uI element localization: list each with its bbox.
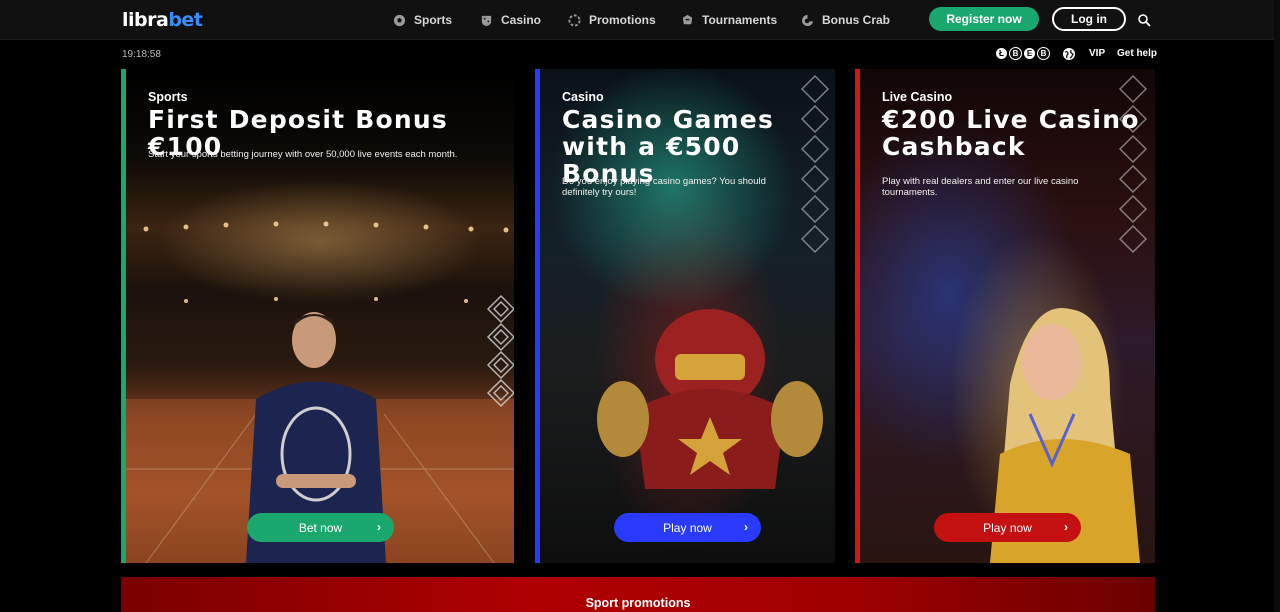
play-now-label: Play now	[983, 520, 1032, 535]
nav-promotions-label: Promotions	[589, 13, 656, 27]
promo-card-sports[interactable]: Sports First Deposit Bonus €100 Start yo…	[121, 69, 514, 563]
card-category: Casino	[562, 90, 604, 104]
page-scrollbar[interactable]	[1274, 0, 1280, 612]
chevron-right-icon: ›	[1064, 520, 1068, 534]
play-now-button-live-casino[interactable]: Play now ›	[934, 513, 1081, 542]
diamond-pattern-decoration	[1118, 74, 1148, 254]
card-title: €200 Live Casino Cashback	[882, 105, 1140, 161]
card-description: Play with real dealers and enter our liv…	[882, 176, 1079, 198]
nav-casino[interactable]: Casino	[480, 12, 541, 28]
shield-dice-icon	[481, 15, 492, 26]
logo-text-bet: bet	[168, 9, 203, 31]
card-category: Sports	[148, 90, 188, 104]
litecoin-icon: Ł	[995, 47, 1008, 60]
chevron-right-icon: ›	[744, 520, 748, 534]
crypto-currencies: Ł B E B	[995, 47, 1051, 60]
diamond-pattern-decoration	[486, 294, 514, 408]
card-title: Casino Games with a €500 Bonus	[562, 105, 775, 188]
register-button[interactable]: Register now	[929, 7, 1039, 31]
nav-casino-label: Casino	[501, 13, 542, 27]
play-now-label: Play now	[663, 520, 712, 535]
crab-icon	[802, 14, 814, 26]
banner-title: Sport promotions	[585, 596, 691, 610]
ethereum-icon: E	[1023, 47, 1036, 60]
card-description: Do you enjoy playing casino games? You s…	[562, 176, 766, 198]
trophy-icon	[682, 14, 693, 24]
top-navbar: librabet Sports Casino Promotions Tourna…	[0, 0, 1280, 40]
play-now-button-casino[interactable]: Play now ›	[614, 513, 761, 542]
clock: 19:18:58	[122, 49, 161, 60]
robot-character-image	[597, 309, 823, 489]
card-description: Start your sports betting journey with o…	[148, 149, 458, 160]
bitcoin-icon: B	[1009, 47, 1022, 60]
vip-link[interactable]: VIP	[1089, 48, 1105, 59]
language-globe-icon[interactable]	[1062, 47, 1076, 61]
nav-bonus-crab-label: Bonus Crab	[822, 13, 891, 27]
get-help-link[interactable]: Get help	[1117, 48, 1157, 59]
nav-bonus-crab[interactable]: Bonus Crab	[801, 12, 890, 28]
bet-now-label: Bet now	[298, 520, 343, 535]
sport-promotions-banner[interactable]: Sport promotions	[121, 577, 1155, 612]
soccer-ball-icon	[393, 14, 406, 26]
nav-sports[interactable]: Sports	[393, 12, 452, 28]
bitcoin-cash-icon: B	[1037, 47, 1050, 60]
chevron-right-icon: ›	[377, 520, 381, 534]
promo-card-casino[interactable]: Casino Casino Games with a €500 Bonus Do…	[535, 69, 835, 563]
logo-text-libra: libra	[122, 9, 169, 31]
bet-now-button[interactable]: Bet now ›	[247, 513, 394, 542]
promo-card-live-casino[interactable]: Live Casino €200 Live Casino Cashback Pl…	[855, 69, 1155, 563]
nav-tournaments-label: Tournaments	[702, 13, 778, 27]
nav-sports-label: Sports	[414, 13, 453, 27]
card-category: Live Casino	[882, 90, 953, 104]
nav-promotions[interactable]: Promotions	[568, 12, 656, 28]
librabet-logo[interactable]: librabet	[122, 9, 203, 31]
login-button[interactable]: Log in	[1052, 7, 1126, 31]
spinner-icon	[568, 13, 581, 27]
search-icon[interactable]	[1137, 13, 1151, 27]
nav-tournaments[interactable]: Tournaments	[681, 12, 777, 28]
